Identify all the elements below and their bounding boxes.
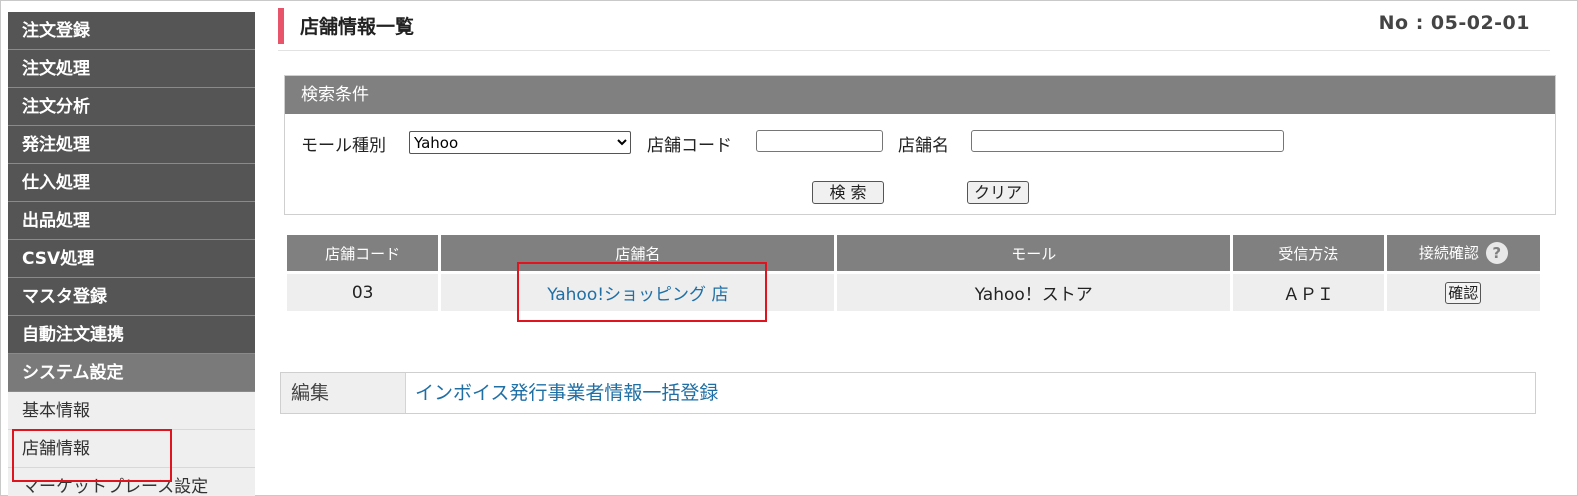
table-header-row: 店舗コード 店舗名 モール 受信方法 接続確認 ?: [287, 235, 1540, 271]
sidebar-item-listing[interactable]: 出品処理: [8, 202, 255, 240]
shop-name-label: 店舗名: [898, 136, 949, 156]
column-header-connection-check: 接続確認 ?: [1386, 235, 1540, 271]
sidebar-item-stocking[interactable]: 仕入処理: [8, 164, 255, 202]
invoice-bulk-register-link[interactable]: インボイス発行事業者情報一括登録: [415, 373, 718, 413]
mall-type-label: モール種別: [301, 136, 386, 156]
sidebar-item-order-processing[interactable]: 注文処理: [8, 50, 255, 88]
sidebar-item-order-analysis[interactable]: 注文分析: [8, 88, 255, 126]
cell-shop-code: 03: [287, 274, 439, 311]
search-panel: 検索条件 モール種別 Yahoo 店舗コード 店舗名 検 索 クリア: [284, 75, 1556, 215]
edit-label: 編集: [281, 373, 406, 413]
search-button[interactable]: 検 索: [812, 181, 884, 204]
page-number: No : 05-02-01: [1378, 12, 1530, 34]
cell-mall: Yahoo！ストア: [837, 274, 1231, 311]
sidebar-item-csv[interactable]: CSV処理: [8, 240, 255, 278]
search-panel-heading: 検索条件: [285, 76, 1555, 114]
cell-connection-check: 確認: [1386, 274, 1540, 311]
mall-type-select[interactable]: Yahoo: [409, 131, 631, 154]
highlight-box-shop-name: [517, 262, 767, 322]
table-row: 03 Yahoo!ショッピング 店 Yahoo！ストア ＡＰＩ 確認: [287, 274, 1540, 311]
help-icon[interactable]: ?: [1485, 242, 1508, 265]
connection-check-label: 接続確認: [1418, 243, 1479, 262]
column-header-receive-method: 受信方法: [1233, 235, 1384, 271]
shop-code-label: 店舗コード: [647, 136, 732, 156]
highlight-box-sidebar: [12, 429, 172, 482]
column-header-mall: モール: [837, 235, 1231, 271]
cell-receive-method: ＡＰＩ: [1233, 274, 1384, 311]
shop-name-input[interactable]: [971, 130, 1284, 152]
shop-code-input[interactable]: [756, 130, 883, 152]
sidebar-item-auto-order[interactable]: 自動注文連携: [8, 316, 255, 354]
sidebar-subitem-basic-info[interactable]: 基本情報: [8, 392, 255, 430]
sidebar: 注文登録 注文処理 注文分析 発注処理 仕入処理 出品処理 CSV処理 マスタ登…: [8, 12, 255, 496]
page-title: 店舗情報一覧: [300, 16, 415, 38]
confirm-button[interactable]: 確認: [1445, 281, 1482, 304]
clear-button[interactable]: クリア: [967, 181, 1029, 204]
shop-table: 店舗コード 店舗名 モール 受信方法 接続確認 ? 03 Yahoo!ショッピン…: [284, 232, 1543, 314]
sidebar-item-master[interactable]: マスタ登録: [8, 278, 255, 316]
sidebar-item-order-entry[interactable]: 注文登録: [8, 12, 255, 50]
column-header-shop-code: 店舗コード: [287, 235, 439, 271]
edit-row: 編集 インボイス発行事業者情報一括登録: [280, 372, 1536, 414]
title-accent-bar: [278, 8, 284, 44]
sidebar-item-system-settings[interactable]: システム設定: [8, 354, 255, 392]
page-header: 店舗情報一覧 No : 05-02-01: [278, 8, 1550, 51]
sidebar-item-purchase-order[interactable]: 発注処理: [8, 126, 255, 164]
